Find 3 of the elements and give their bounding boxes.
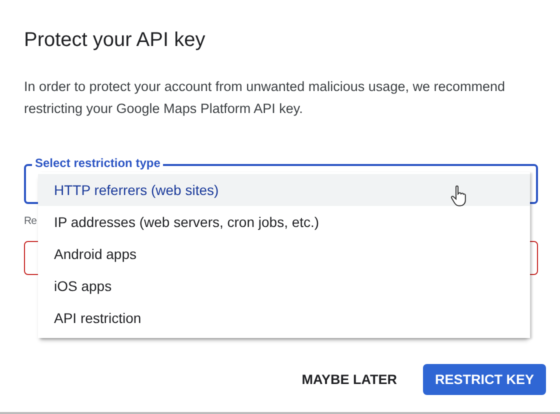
field-hint: Re	[24, 215, 36, 228]
dialog-message: In order to protect your account from unwanted malicious usage, we recommend restricting your Google Maps Platform API key.	[24, 78, 506, 118]
dialog-title: Protect your API key	[24, 28, 206, 53]
